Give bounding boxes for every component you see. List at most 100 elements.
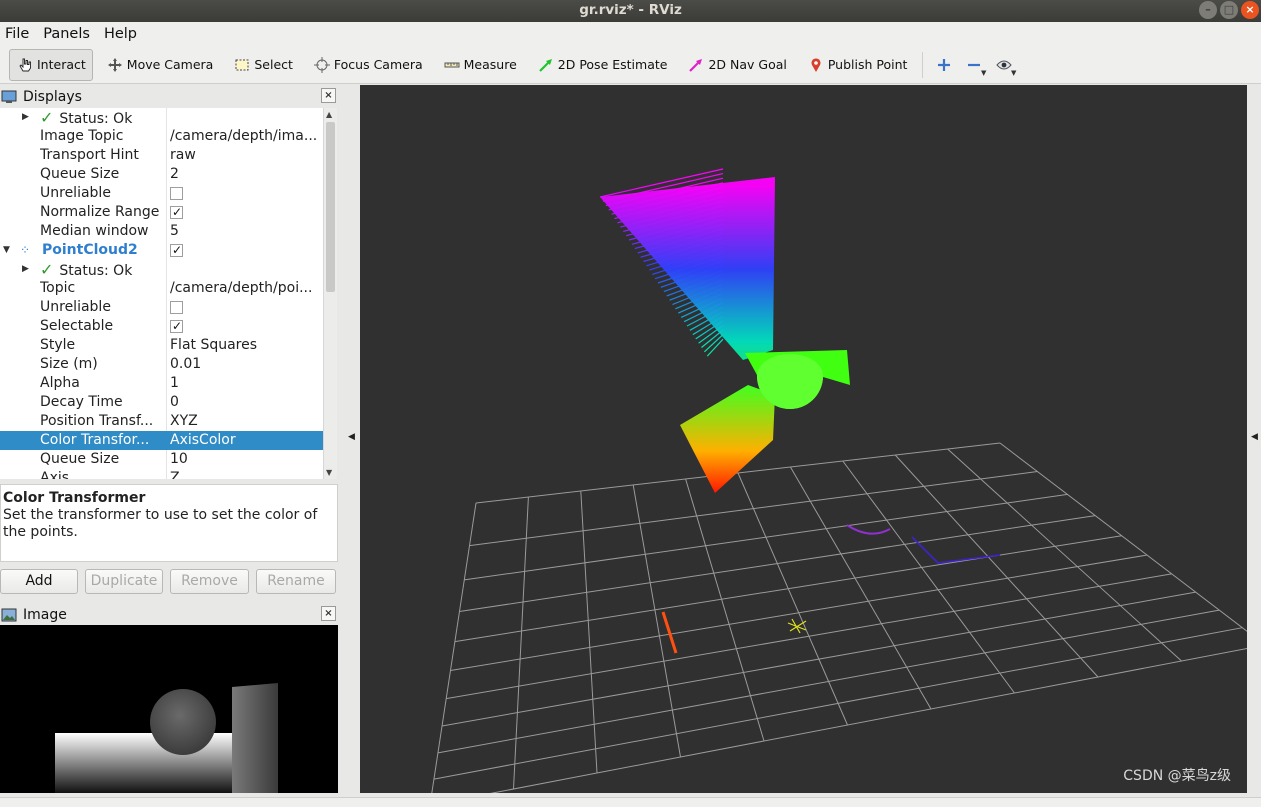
grid-line (433, 627, 1243, 780)
property-row[interactable]: Median window 5 (0, 222, 323, 241)
property-label: Transport Hint (40, 147, 139, 163)
window-title: gr.rviz* - RViz (579, 2, 682, 18)
eye-icon (996, 60, 1013, 69)
close-window-icon[interactable]: × (1241, 1, 1259, 19)
property-row[interactable]: Topic/camera/depth/poi... (0, 279, 323, 298)
property-value[interactable]: AxisColor (170, 431, 322, 450)
pose-estimate-tool-label: 2D Pose Estimate (557, 57, 668, 72)
property-checkbox[interactable] (170, 241, 183, 260)
property-row[interactable]: Position Transf... XYZ (0, 412, 323, 431)
grid-line (737, 472, 848, 726)
property-value[interactable]: 0 (170, 393, 322, 412)
duplicate-button[interactable]: Duplicate (85, 569, 163, 594)
property-value[interactable]: Flat Squares (170, 336, 322, 355)
property-value[interactable] (170, 241, 322, 260)
property-value[interactable]: XYZ (170, 412, 322, 431)
property-value[interactable] (170, 298, 322, 317)
property-value[interactable]: 10 (170, 450, 322, 469)
property-value[interactable]: 5 (170, 222, 322, 241)
property-checkbox[interactable] (170, 301, 183, 314)
expand-arrow-icon[interactable]: ▶ (22, 108, 29, 127)
property-value[interactable]: 0.01 (170, 355, 322, 374)
property-row[interactable]: ▶ ✓ Status: Ok (0, 260, 323, 279)
minimize-icon[interactable]: – (1199, 1, 1217, 19)
maximize-icon[interactable]: □ (1220, 1, 1238, 19)
property-row[interactable]: ▶ ✓ Status: Ok (0, 108, 323, 127)
property-name: Size (m) (40, 355, 166, 374)
property-value[interactable] (170, 203, 322, 222)
displays-panel-title: Displays (23, 88, 82, 105)
menu-help[interactable]: Help (104, 26, 137, 42)
property-value[interactable] (170, 260, 322, 279)
display-group-row[interactable]: ▼ ⁘ PointCloud2 (0, 241, 323, 260)
close-panel-icon[interactable]: × (321, 606, 336, 621)
property-value[interactable]: 2 (170, 165, 322, 184)
property-name: Image Topic (40, 127, 166, 146)
displays-scrollbar[interactable]: ▲ ▼ (323, 108, 337, 479)
nav-goal-tool-button[interactable]: 2D Nav Goal (680, 49, 793, 81)
collapse-left-arrow-icon[interactable]: ◀ (348, 432, 355, 442)
pose-estimate-tool-button[interactable]: 2D Pose Estimate (530, 49, 675, 81)
move-camera-tool-button[interactable]: Move Camera (99, 49, 221, 81)
property-row[interactable]: Style Flat Squares (0, 336, 323, 355)
property-checkbox[interactable] (170, 187, 183, 200)
property-name: Unreliable (40, 184, 166, 203)
menu-panels[interactable]: Panels (43, 26, 90, 42)
property-value[interactable]: /camera/depth/poi... (170, 279, 322, 298)
collapse-right-arrow-icon[interactable]: ◀ (1251, 432, 1258, 442)
column-divider (166, 127, 167, 146)
property-row[interactable]: Color Transfor... AxisColor (0, 431, 323, 450)
expand-arrow-icon[interactable]: ▶ (22, 260, 29, 279)
measure-tool-button[interactable]: Measure (436, 49, 524, 81)
property-label: Size (m) (40, 356, 98, 372)
map-pin-icon (807, 56, 825, 74)
column-divider (166, 108, 167, 127)
property-row[interactable]: Normalize Range (0, 203, 323, 222)
property-checkbox[interactable] (170, 317, 183, 336)
property-checkbox[interactable] (170, 203, 183, 222)
select-tool-button[interactable]: Select (226, 49, 300, 81)
property-value[interactable]: raw (170, 146, 322, 165)
menu-file[interactable]: File (5, 26, 29, 42)
3d-render-viewport[interactable]: CSDN @菜鸟z级 (360, 85, 1247, 793)
property-value[interactable] (170, 317, 322, 336)
focus-camera-tool-button[interactable]: Focus Camera (306, 49, 430, 81)
property-row[interactable]: Image Topic/camera/depth/ima... (0, 127, 323, 146)
interact-tool-button[interactable]: Interact (9, 48, 93, 81)
scroll-down-arrow-icon[interactable]: ▼ (326, 468, 332, 477)
remove-button[interactable]: Remove (170, 569, 249, 594)
collapse-arrow-icon[interactable]: ▼ (3, 241, 10, 260)
property-row[interactable]: Unreliable (0, 184, 323, 203)
property-value[interactable]: Z (170, 469, 322, 479)
property-row[interactable]: Decay Time 0 (0, 393, 323, 412)
rename-button[interactable]: Rename (256, 569, 336, 594)
focus-crosshair-icon (313, 56, 331, 74)
close-panel-icon[interactable]: × (321, 88, 336, 103)
property-row[interactable]: Transport Hint raw (0, 146, 323, 165)
column-divider (166, 222, 167, 241)
property-value[interactable]: /camera/depth/ima... (170, 127, 322, 146)
property-name: Topic (40, 279, 166, 298)
property-value[interactable]: 1 (170, 374, 322, 393)
property-label: Normalize Range (40, 204, 160, 220)
add-button[interactable]: Add (0, 569, 78, 594)
property-row[interactable]: Size (m) 0.01 (0, 355, 323, 374)
property-label: Queue Size (40, 166, 120, 182)
scroll-up-arrow-icon[interactable]: ▲ (326, 110, 332, 119)
property-value[interactable] (170, 108, 322, 127)
property-row[interactable]: Queue Size 10 (0, 450, 323, 469)
property-row[interactable]: Unreliable (0, 298, 323, 317)
property-row[interactable]: Selectable (0, 317, 323, 336)
property-row[interactable]: Axis Z (0, 469, 323, 479)
property-row[interactable]: Alpha 1 (0, 374, 323, 393)
pointcloud-scene[interactable] (360, 85, 1247, 793)
scrollbar-thumb[interactable] (326, 122, 335, 292)
add-tool-button[interactable] (931, 53, 957, 77)
publish-point-tool-button[interactable]: Publish Point (800, 49, 915, 81)
property-row[interactable]: Queue Size 2 (0, 165, 323, 184)
ground-grid (431, 442, 1247, 793)
remove-tool-button[interactable]: ▼ (961, 53, 987, 77)
view-options-button[interactable]: ▼ (991, 53, 1017, 77)
property-value[interactable] (170, 184, 322, 203)
grid-line (437, 609, 1220, 754)
